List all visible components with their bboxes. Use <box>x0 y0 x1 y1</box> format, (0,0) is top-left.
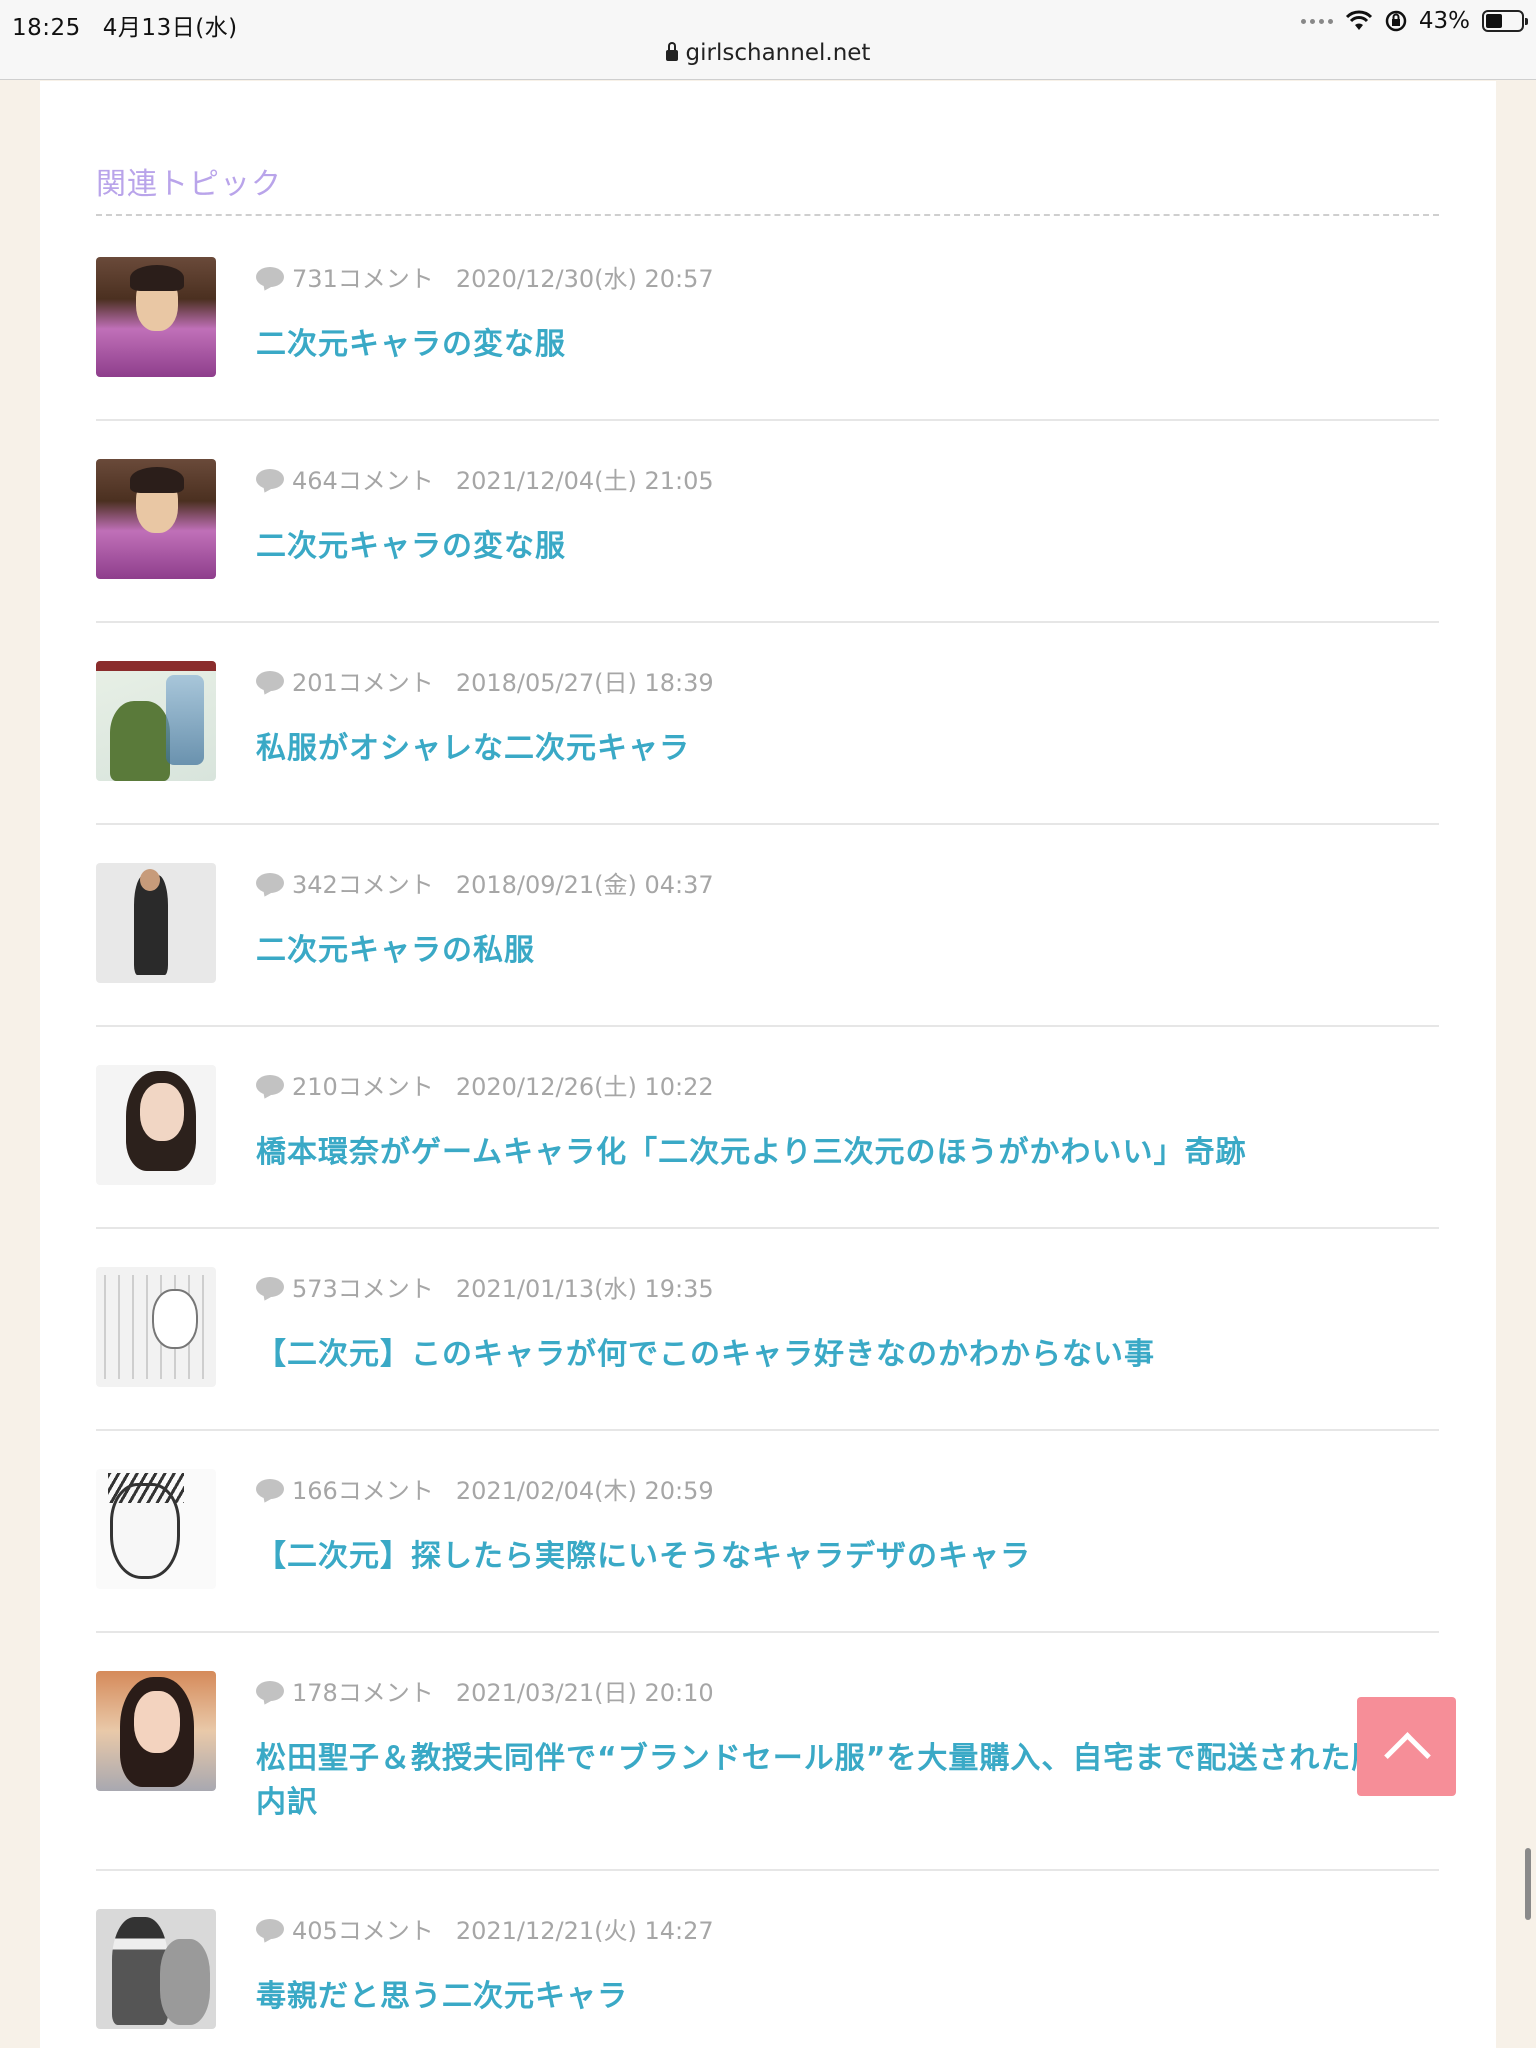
topic-date: 2021/12/04(土) 21:05 <box>455 467 714 495</box>
comment-count: 573コメント <box>292 1275 434 1303</box>
comment-count: 201コメント <box>292 669 434 697</box>
related-topics-card: 関連トピック 731コメント 2020/12/30(水) 20:57 二次元キャ… <box>40 81 1496 2048</box>
topic-meta: 201コメント 2018/05/27(日) 18:39 <box>256 663 714 698</box>
topic-date: 2018/05/27(日) 18:39 <box>455 669 714 697</box>
topic-title-link[interactable]: 【二次元】このキャラが何でこのキャラ好きなのかわからない事 <box>256 1333 1416 1377</box>
topic-meta: 405コメント 2021/12/21(火) 14:27 <box>256 1911 714 1946</box>
topic-date: 2020/12/26(土) 10:22 <box>455 1073 714 1101</box>
topic-title-link[interactable]: 二次元キャラの変な服 <box>256 323 1416 367</box>
topic-meta: 342コメント 2018/09/21(金) 04:37 <box>256 865 714 900</box>
topic-item[interactable]: 405コメント 2021/12/21(火) 14:27 毒親だと思う二次元キャラ <box>96 1909 1439 2048</box>
comment-count: 178コメント <box>292 1679 434 1707</box>
topic-meta: 178コメント 2021/03/21(日) 20:10 <box>256 1673 714 1708</box>
topic-meta: 573コメント 2021/01/13(水) 19:35 <box>256 1269 714 1304</box>
topic-item[interactable]: 210コメント 2020/12/26(土) 10:22 橋本環奈がゲームキャラ化… <box>96 1065 1439 1229</box>
status-right: 43% <box>1300 8 1528 34</box>
url-text: girlschannel.net <box>685 40 871 66</box>
topic-date: 2020/12/30(水) 20:57 <box>455 265 714 293</box>
topic-thumbnail[interactable] <box>96 257 216 377</box>
comment-bubble-icon <box>256 1918 284 1939</box>
topic-date: 2021/02/04(木) 20:59 <box>455 1477 714 1505</box>
signal-dots-icon <box>1300 18 1333 24</box>
status-left: 18:25 4月13日(水) <box>12 8 260 42</box>
topic-thumbnail[interactable] <box>96 1267 216 1387</box>
wifi-icon <box>1345 10 1372 30</box>
comment-bubble-icon <box>256 468 284 489</box>
back-to-top-button[interactable] <box>1357 1697 1456 1796</box>
comment-bubble-icon <box>256 266 284 287</box>
topic-date: 2018/09/21(金) 04:37 <box>455 871 714 899</box>
comment-count: 210コメント <box>292 1073 434 1101</box>
scrollbar[interactable] <box>1525 1848 1531 1920</box>
comment-count: 166コメント <box>292 1477 434 1505</box>
topic-item[interactable]: 178コメント 2021/03/21(日) 20:10 松田聖子＆教授夫同伴で“… <box>96 1671 1439 1871</box>
comment-bubble-icon <box>256 872 284 893</box>
topic-meta: 166コメント 2021/02/04(木) 20:59 <box>256 1471 714 1506</box>
lock-icon <box>665 42 678 61</box>
topic-item[interactable]: 166コメント 2021/02/04(木) 20:59 【二次元】探したら実際に… <box>96 1469 1439 1633</box>
comment-count: 342コメント <box>292 871 434 899</box>
topic-title-link[interactable]: 松田聖子＆教授夫同伴で“ブランドセール服”を大量購入、自宅まで配送された服の内訳 <box>256 1737 1416 1825</box>
battery-percent: 43% <box>1418 8 1470 34</box>
topic-date: 2021/12/21(火) 14:27 <box>455 1917 714 1945</box>
heading-divider <box>96 214 1439 216</box>
topic-date: 2021/03/21(日) 20:10 <box>455 1679 714 1707</box>
topic-title-link[interactable]: 【二次元】探したら実際にいそうなキャラデザのキャラ <box>256 1535 1416 1579</box>
topic-item[interactable]: 731コメント 2020/12/30(水) 20:57 二次元キャラの変な服 <box>96 257 1439 421</box>
topic-thumbnail[interactable] <box>96 1909 216 2029</box>
topic-thumbnail[interactable] <box>96 661 216 781</box>
topic-thumbnail[interactable] <box>96 863 216 983</box>
battery-icon <box>1482 10 1528 32</box>
topic-title-link[interactable]: 私服がオシャレな二次元キャラ <box>256 727 1416 771</box>
status-date: 4月13日(水) <box>102 15 238 41</box>
comment-count: 464コメント <box>292 467 434 495</box>
topic-item[interactable]: 464コメント 2021/12/04(土) 21:05 二次元キャラの変な服 <box>96 459 1439 623</box>
status-time: 18:25 <box>12 15 81 41</box>
topic-item[interactable]: 201コメント 2018/05/27(日) 18:39 私服がオシャレな二次元キ… <box>96 661 1439 825</box>
comment-bubble-icon <box>256 670 284 691</box>
comment-bubble-icon <box>256 1276 284 1297</box>
topic-thumbnail[interactable] <box>96 1065 216 1185</box>
topic-title-link[interactable]: 二次元キャラの変な服 <box>256 525 1416 569</box>
address-bar[interactable]: girlschannel.net <box>0 40 1536 66</box>
topic-thumbnail[interactable] <box>96 1671 216 1791</box>
comment-bubble-icon <box>256 1074 284 1095</box>
topic-title-link[interactable]: 橋本環奈がゲームキャラ化「二次元より三次元のほうがかわいい」奇跡 <box>256 1131 1416 1175</box>
comment-bubble-icon <box>256 1680 284 1701</box>
comment-count: 731コメント <box>292 265 434 293</box>
topic-meta: 464コメント 2021/12/04(土) 21:05 <box>256 461 714 496</box>
section-heading: 関連トピック <box>96 167 282 202</box>
topic-date: 2021/01/13(水) 19:35 <box>455 1275 714 1303</box>
topic-title-link[interactable]: 二次元キャラの私服 <box>256 929 1416 973</box>
topic-item[interactable]: 342コメント 2018/09/21(金) 04:37 二次元キャラの私服 <box>96 863 1439 1027</box>
topic-thumbnail[interactable] <box>96 1469 216 1589</box>
topic-item[interactable]: 573コメント 2021/01/13(水) 19:35 【二次元】このキャラが何… <box>96 1267 1439 1431</box>
topic-meta: 731コメント 2020/12/30(水) 20:57 <box>256 259 714 294</box>
orientation-lock-icon <box>1385 10 1407 32</box>
topic-title-link[interactable]: 毒親だと思う二次元キャラ <box>256 1975 1416 2019</box>
topic-thumbnail[interactable] <box>96 459 216 579</box>
status-bar: 18:25 4月13日(水) 43% girlschannel.net <box>0 0 1536 80</box>
comment-bubble-icon <box>256 1478 284 1499</box>
comment-count: 405コメント <box>292 1917 434 1945</box>
topic-meta: 210コメント 2020/12/26(土) 10:22 <box>256 1067 714 1102</box>
